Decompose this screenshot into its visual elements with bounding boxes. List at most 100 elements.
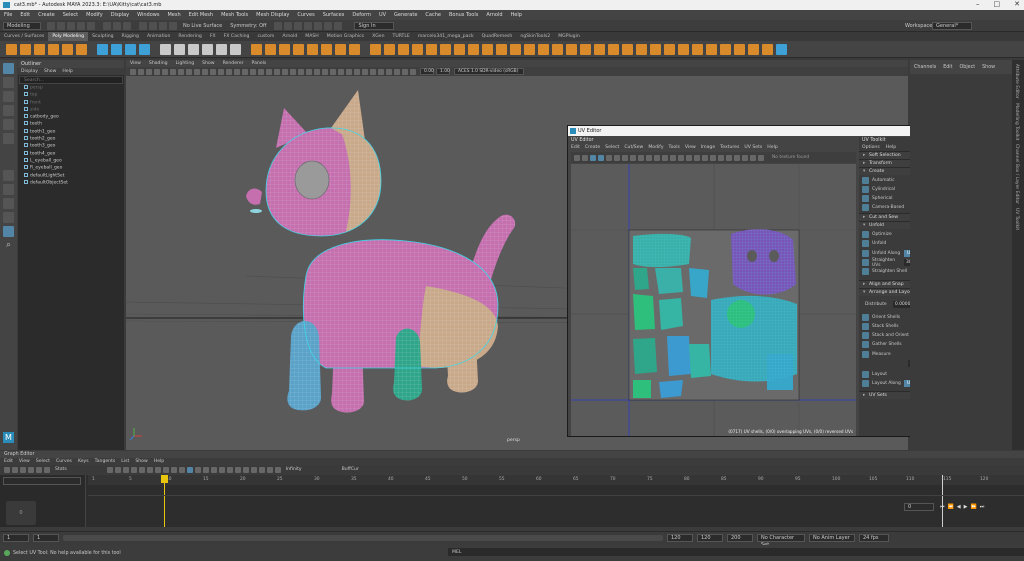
select-hierarchy-icon[interactable] <box>103 21 111 30</box>
viewport-option-icon[interactable] <box>362 68 368 75</box>
viewport-menu-shading[interactable]: Shading <box>149 61 168 66</box>
menu-select[interactable]: Select <box>59 12 82 18</box>
outliner-menu-display[interactable]: Display <box>21 69 38 74</box>
buffer-curve-label[interactable]: BuffCur <box>342 467 359 472</box>
redo-icon[interactable] <box>87 21 95 30</box>
viewport-option-icon[interactable] <box>354 68 360 75</box>
playback-icon[interactable]: ⏮ <box>940 504 945 510</box>
uv-toolkit-menu-help[interactable]: Help <box>886 145 896 150</box>
shelf-tab-6[interactable]: FX <box>206 32 220 41</box>
shelf-tool-icon[interactable] <box>426 43 437 55</box>
shelf-tool-icon[interactable] <box>244 44 248 55</box>
shelf-tool-icon[interactable] <box>496 43 507 55</box>
shelf-tool-icon[interactable] <box>279 43 290 55</box>
outliner-view-icon[interactable] <box>3 212 14 223</box>
graph-tool-icon[interactable] <box>28 466 34 473</box>
shelf-tool-icon[interactable] <box>363 44 367 55</box>
graph-tool-icon[interactable] <box>36 466 42 473</box>
graph-menu-keys[interactable]: Keys <box>78 459 89 464</box>
viewport-option-icon[interactable] <box>242 68 248 75</box>
shelf-tool-icon[interactable] <box>678 43 689 55</box>
shelf-tool-icon[interactable] <box>748 43 759 55</box>
menu-arnold[interactable]: Arnold <box>482 12 506 18</box>
shelf-tool-icon[interactable] <box>230 43 241 55</box>
viewport-option-icon[interactable] <box>218 68 224 75</box>
graph-tangent-icon[interactable] <box>194 466 201 473</box>
shelf-tool-icon[interactable] <box>370 43 381 55</box>
viewport-option-icon[interactable] <box>178 68 184 75</box>
cat-model[interactable] <box>246 90 516 413</box>
graph-tool-icon[interactable] <box>4 466 10 473</box>
viewport-option-icon[interactable] <box>130 68 136 75</box>
graph-menu-curves[interactable]: Curves <box>56 459 72 464</box>
outliner-item[interactable]: front <box>18 99 124 107</box>
range-slider-bar[interactable] <box>63 534 663 541</box>
command-line[interactable]: MEL <box>448 548 1024 556</box>
side-tab[interactable]: UV Toolkit <box>1014 208 1019 230</box>
maya-m-icon[interactable]: M <box>3 432 14 443</box>
uv-toolkit-menu-options[interactable]: Options <box>862 145 880 150</box>
lasso-tool-icon[interactable] <box>3 77 14 88</box>
shelf-tool-icon[interactable] <box>97 43 108 55</box>
outliner-item[interactable]: tooth2_geo <box>18 136 124 143</box>
menu-display[interactable]: Display <box>107 12 133 18</box>
render-view-icon[interactable] <box>324 21 333 30</box>
shelf-tool-icon[interactable] <box>48 43 59 55</box>
graph-tangent-icon[interactable] <box>106 466 113 473</box>
graph-menu-edit[interactable]: Edit <box>4 459 13 464</box>
shelf-tool-icon[interactable] <box>202 43 213 55</box>
side-tab[interactable]: Attribute Editor <box>1014 64 1019 99</box>
shelf-tool-icon[interactable] <box>6 43 17 55</box>
uv-menu-tools[interactable]: Tools <box>669 145 680 150</box>
shelf-tool-icon[interactable] <box>160 43 171 55</box>
colorspace-selector[interactable]: ACES 1.0 SDR-video (sRGB) <box>454 68 524 75</box>
shelf-tab-14[interactable]: marcelo341_mega_pack <box>414 32 478 41</box>
shelf-tool-icon[interactable] <box>174 43 185 55</box>
uv-toolbar-icon[interactable] <box>662 154 668 161</box>
shelf-tool-icon[interactable] <box>636 43 647 55</box>
scale-tool-icon[interactable] <box>3 133 14 144</box>
shelf-tool-icon[interactable] <box>566 43 577 55</box>
outliner-item[interactable]: L_eyeball_geo <box>18 157 124 165</box>
viewport-option-icon[interactable] <box>322 68 328 75</box>
uv-menu-image[interactable]: Image <box>701 145 715 150</box>
shelf-tool-icon[interactable] <box>594 43 605 55</box>
viewport-option-icon[interactable] <box>330 68 336 75</box>
uv-toolbar-icon[interactable] <box>582 154 588 161</box>
outliner-menu-help[interactable]: Help <box>62 69 72 74</box>
four-view-icon[interactable] <box>3 184 14 195</box>
single-view-icon[interactable] <box>3 170 14 181</box>
viewport-option-icon[interactable] <box>146 68 152 75</box>
shelf-tab-4[interactable]: Animation <box>143 32 174 41</box>
range-start-field[interactable]: 1 <box>33 533 59 542</box>
mel-label[interactable]: MEL <box>452 550 461 555</box>
shelf-tool-icon[interactable] <box>482 43 493 55</box>
graph-menu-help[interactable]: Help <box>154 459 164 464</box>
shelf-tab-9[interactable]: Arnold <box>278 32 301 41</box>
outliner-search-input[interactable]: Search... <box>19 76 123 84</box>
new-scene-icon[interactable] <box>47 21 55 30</box>
uv-toolbar-icon[interactable] <box>630 154 636 161</box>
menu-mesh-display[interactable]: Mesh Display <box>252 12 293 18</box>
uv-toolbar-icon[interactable] <box>590 154 596 161</box>
shelf-tool-icon[interactable] <box>454 43 465 55</box>
viewport-option-icon[interactable] <box>210 68 216 75</box>
graph-tangent-icon[interactable] <box>114 466 121 473</box>
snap-curve-icon[interactable] <box>149 21 157 30</box>
graph-tangent-icon[interactable] <box>266 466 273 473</box>
character-set-selector[interactable]: No Character Set <box>757 533 805 548</box>
uv-menu-view[interactable]: View <box>685 145 696 150</box>
shelf-tool-icon[interactable] <box>552 43 563 55</box>
graph-menu-show[interactable]: Show <box>135 459 147 464</box>
menu-create[interactable]: Create <box>34 12 59 18</box>
menu-help[interactable]: Help <box>507 12 526 18</box>
graph-tangent-icon[interactable] <box>170 466 177 473</box>
shelf-tool-icon[interactable] <box>538 43 549 55</box>
shelf-tab-11[interactable]: Motion Graphics <box>323 32 368 41</box>
no-live-surface-label[interactable]: No Live Surface <box>183 23 222 29</box>
graph-tangent-icon[interactable] <box>258 466 265 473</box>
uv-menu-help[interactable]: Help <box>767 145 777 150</box>
select-tool-icon[interactable] <box>3 63 14 74</box>
two-view-icon[interactable] <box>3 198 14 209</box>
viewport-option-icon[interactable] <box>290 68 296 75</box>
